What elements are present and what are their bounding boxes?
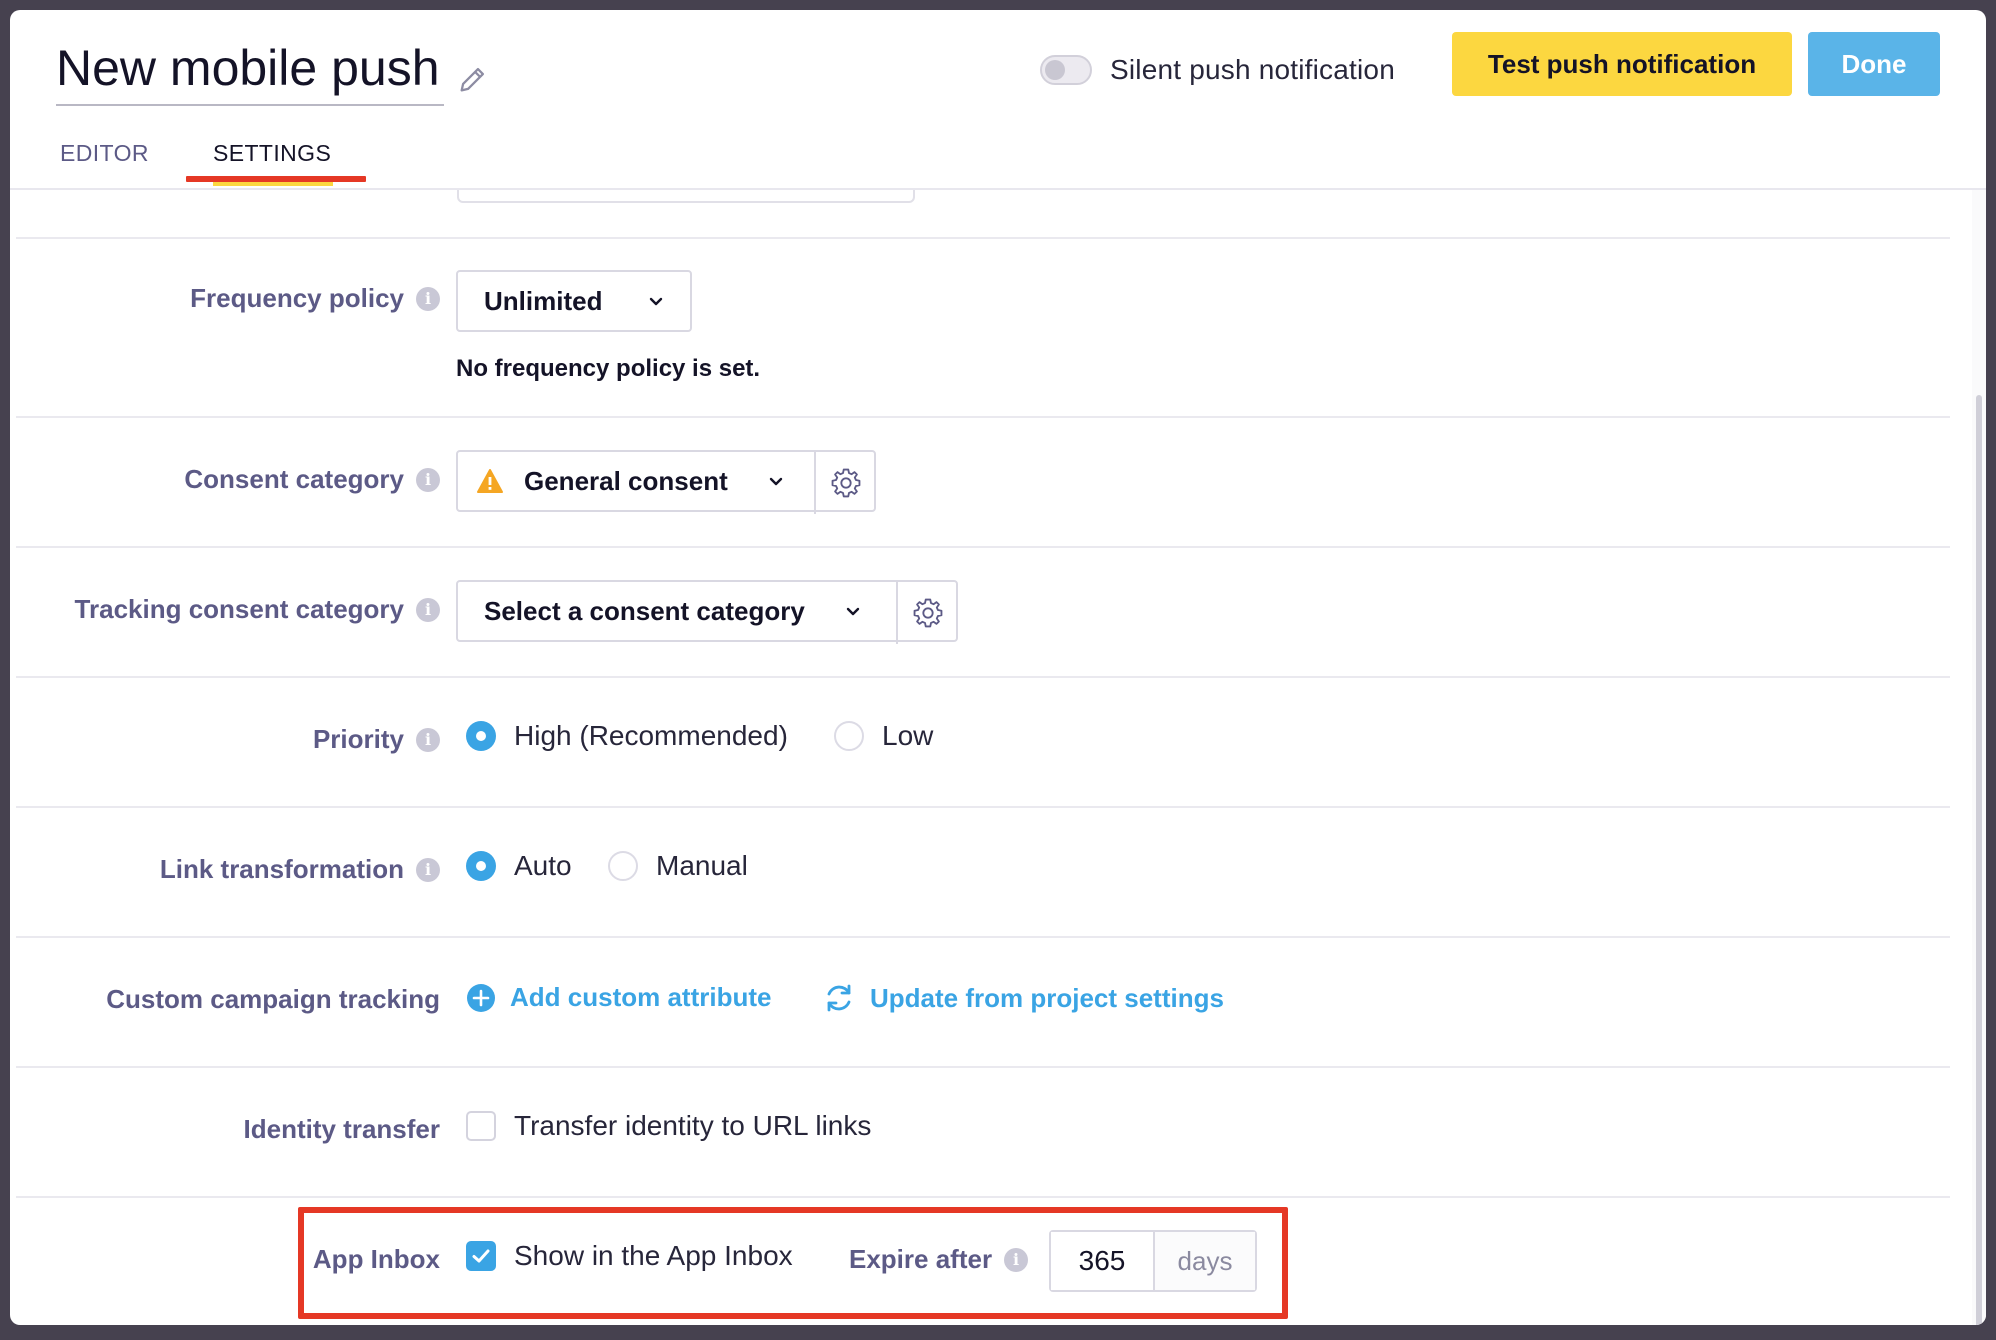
radio-unselected[interactable] [608,851,638,881]
consent-category-value: General consent [524,465,728,496]
row-divider [16,806,1950,808]
expire-days-unit: days [1155,1232,1255,1290]
info-icon[interactable]: i [1004,1247,1029,1272]
tracking-consent-select[interactable]: Select a consent category [456,580,958,644]
link-manual-radio[interactable]: Manual [608,850,748,882]
identity-transfer-checkbox-label: Transfer identity to URL links [514,1110,872,1141]
info-icon[interactable]: i [416,286,440,311]
settings-highlight-underline [186,176,366,182]
show-in-app-inbox-label: Show in the App Inbox [514,1240,793,1271]
priority-label: Priority i [313,724,440,755]
add-custom-attribute-text: Add custom attribute [510,982,772,1012]
expire-after-label-text: Expire after [849,1244,993,1274]
radio-unselected[interactable] [834,721,864,751]
info-icon[interactable]: i [416,727,440,752]
scrolled-field-stub [457,190,915,203]
priority-high-radio[interactable]: High (Recommended) [466,720,788,752]
silent-push-toggle[interactable] [1040,55,1092,85]
radio-selected[interactable] [466,851,496,881]
consent-category-select[interactable]: General consent [456,450,876,514]
chevron-down-icon [846,607,860,616]
expire-days-input[interactable] [1051,1232,1155,1290]
title-area: New mobile push [56,32,490,106]
tracking-consent-settings-button[interactable] [896,582,958,644]
app-inbox-label-text: App Inbox [312,1244,440,1274]
chevron-down-icon [769,477,782,486]
row-divider [16,676,1950,678]
row-divider [16,416,1950,418]
refresh-icon [827,984,851,1012]
priority-low-radio[interactable]: Low [834,720,933,752]
test-push-button[interactable]: Test push notification [1452,32,1792,96]
identity-transfer-checkbox[interactable]: Transfer identity to URL links [466,1110,871,1142]
checkbox-checked[interactable] [466,1241,496,1271]
settings-panel: Frequency policy i Unlimited No frequenc… [10,190,1950,1325]
priority-high-label: High (Recommended) [514,720,788,751]
campaign-modal: New mobile push Silent push notification… [10,10,1986,1325]
done-button[interactable]: Done [1808,32,1940,96]
frequency-policy-select[interactable]: Unlimited [456,270,692,332]
priority-low-label: Low [882,720,934,751]
info-icon[interactable]: i [416,467,440,492]
update-from-project-link[interactable]: Update from project settings [822,982,1224,1014]
row-divider [16,936,1950,938]
tracking-consent-label: Tracking consent category i [75,594,440,625]
tab-settings[interactable]: SETTINGS [213,140,331,167]
pencil-icon[interactable] [456,62,490,96]
expire-after-label: Expire after i [849,1244,1029,1275]
info-icon[interactable]: i [416,597,440,622]
app-inbox-label: App Inbox [313,1244,440,1275]
frequency-policy-value: Unlimited [484,285,603,316]
add-custom-attribute-link[interactable]: Add custom attribute [466,982,771,1013]
tracking-consent-placeholder: Select a consent category [484,595,805,626]
gear-icon [913,598,943,628]
row-divider [16,1196,1950,1198]
row-divider [16,1066,1950,1068]
consent-category-label: Consent category i [184,464,440,495]
link-manual-label: Manual [656,850,748,881]
tracking-consent-label-text: Tracking consent category [74,594,404,624]
custom-campaign-tracking-label-text: Custom campaign tracking [106,984,440,1014]
link-transformation-label: Link transformation i [160,854,440,885]
warning-triangle-icon [477,469,503,493]
checkmark-icon [472,1249,490,1263]
consent-category-label-text: Consent category [184,464,404,494]
expire-days-input-group: days [1049,1230,1257,1292]
identity-transfer-label-text: Identity transfer [243,1114,441,1144]
checkbox-unchecked[interactable] [466,1111,496,1141]
identity-transfer-label: Identity transfer [244,1114,441,1145]
show-in-app-inbox-checkbox[interactable]: Show in the App Inbox [466,1240,793,1272]
scrollbar-thumb[interactable] [1976,395,1982,1325]
priority-label-text: Priority [312,724,404,754]
silent-push-label: Silent push notification [1110,54,1395,85]
frequency-policy-note: No frequency policy is set. [456,355,761,382]
active-tab-indicator [213,182,333,186]
gear-icon [831,468,861,498]
row-divider [16,546,1950,548]
info-icon[interactable]: i [416,857,440,882]
link-auto-label: Auto [514,850,572,881]
tab-editor[interactable]: EDITOR [60,140,149,167]
plus-circle-icon [467,983,495,1012]
chevron-down-icon [649,297,663,306]
row-divider [16,237,1950,239]
consent-settings-button[interactable] [814,452,876,514]
radio-selected[interactable] [466,721,496,751]
frequency-policy-label: Frequency policy i [190,283,440,314]
update-from-project-text: Update from project settings [870,982,1224,1013]
custom-campaign-tracking-label: Custom campaign tracking [106,984,440,1015]
link-auto-radio[interactable]: Auto [466,850,572,882]
silent-push-control: Silent push notification [1040,54,1395,86]
link-transformation-label-text: Link transformation [159,854,404,884]
frequency-policy-label-text: Frequency policy [190,283,404,313]
tab-bar: EDITOR SETTINGS [10,140,1986,188]
page-title[interactable]: New mobile push [56,32,444,106]
